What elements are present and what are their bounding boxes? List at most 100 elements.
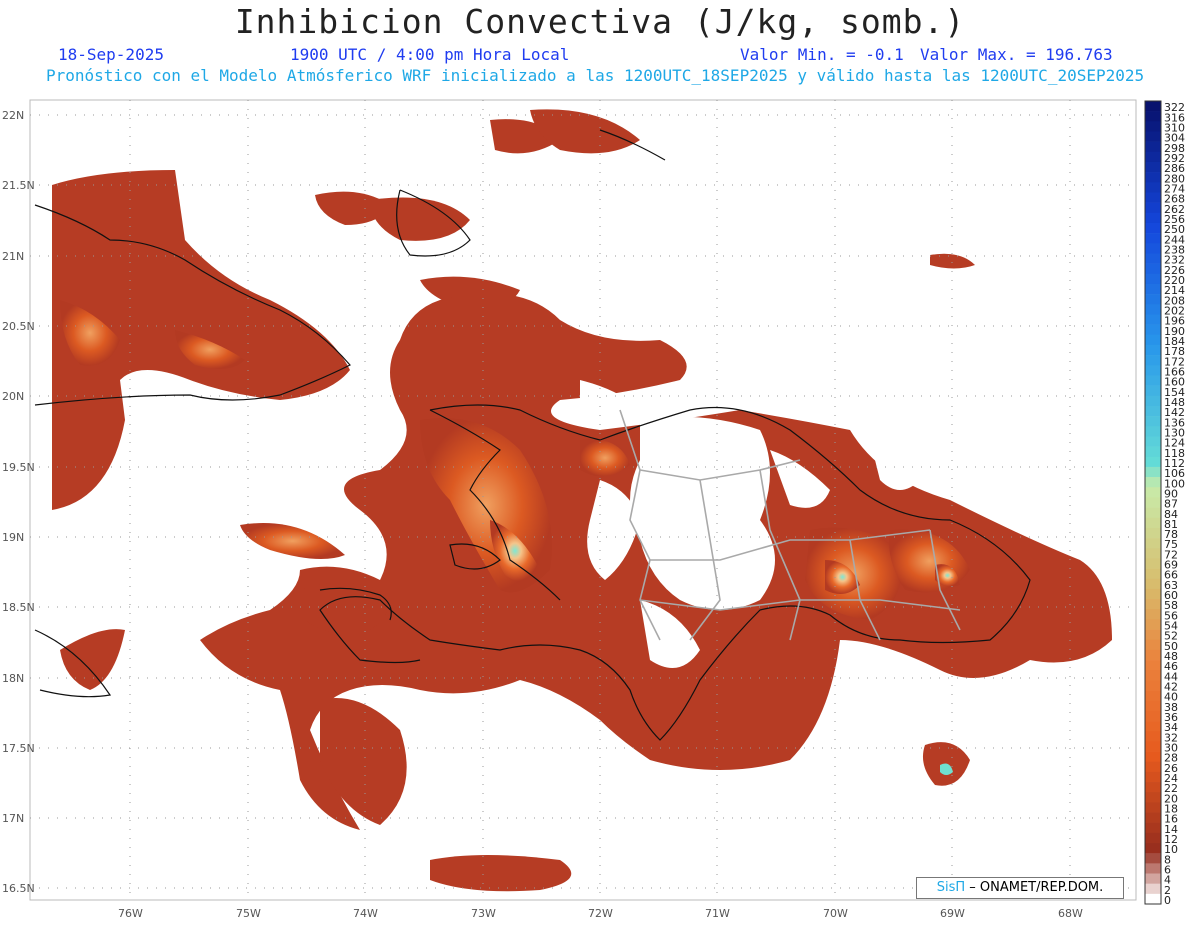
colorbar-swatch — [1145, 741, 1161, 752]
colorbar-swatch — [1145, 192, 1161, 203]
colorbar-swatch — [1145, 314, 1161, 325]
colorbar-swatch — [1145, 731, 1161, 742]
colorbar-swatch — [1145, 151, 1161, 163]
lat-label: 17N — [2, 812, 24, 825]
colorbar-swatch — [1145, 690, 1161, 701]
lon-label: 69W — [940, 907, 965, 920]
colorbar-swatch — [1145, 792, 1161, 803]
colorbar-swatch — [1145, 812, 1161, 823]
colorbar-swatch — [1145, 761, 1161, 773]
colorbar-swatch — [1145, 172, 1161, 183]
colorbar-swatch — [1145, 721, 1161, 732]
colorbar-swatch — [1145, 710, 1161, 722]
lat-label: 16.5N — [2, 882, 35, 895]
lat-label: 22N — [2, 109, 24, 122]
colorbar-swatch — [1145, 700, 1161, 712]
colorbar-swatch — [1145, 497, 1161, 508]
lat-label: 19.5N — [2, 461, 35, 474]
colorbar-swatch — [1145, 639, 1161, 651]
colorbar-swatch — [1145, 253, 1161, 264]
colorbar: 3223163103042982922862802742682622562502… — [1144, 100, 1185, 907]
colorbar-swatch — [1145, 436, 1161, 447]
colorbar-swatch — [1145, 182, 1161, 193]
credit-text: – ONAMET/REP.DOM. — [969, 880, 1104, 895]
colorbar-swatch — [1145, 548, 1161, 559]
colorbar-swatch — [1145, 243, 1161, 254]
colorbar-swatch — [1145, 426, 1161, 437]
colorbar-swatch — [1145, 212, 1161, 224]
colorbar-swatch — [1145, 538, 1161, 549]
lat-label: 20.5N — [2, 320, 35, 333]
credit-box: SisΠ – ONAMET/REP.DOM. — [916, 877, 1124, 899]
colorbar-swatch — [1145, 558, 1161, 569]
colorbar-tick-label: 0 — [1164, 894, 1171, 907]
lat-label: 19N — [2, 531, 24, 544]
colorbar-swatch — [1145, 822, 1161, 834]
colorbar-swatch — [1145, 405, 1161, 417]
colorbar-swatch — [1145, 670, 1161, 681]
sispi-logo: SisΠ — [936, 880, 966, 895]
colorbar-swatch — [1145, 487, 1161, 498]
colorbar-swatch — [1145, 416, 1161, 427]
colorbar-swatch — [1145, 324, 1161, 336]
lon-label: 73W — [471, 907, 496, 920]
lon-label: 68W — [1058, 907, 1083, 920]
colorbar-swatch — [1145, 599, 1161, 610]
colorbar-swatch — [1145, 680, 1161, 691]
colorbar-swatch — [1145, 782, 1161, 793]
lat-label: 21N — [2, 250, 24, 263]
colorbar-swatch — [1145, 832, 1161, 844]
colorbar-swatch — [1145, 517, 1161, 529]
colorbar-swatch — [1145, 853, 1161, 864]
colorbar-swatch — [1145, 507, 1161, 519]
colorbar-swatch — [1145, 893, 1161, 905]
colorbar-swatch — [1145, 802, 1161, 813]
colorbar-swatch — [1145, 233, 1161, 244]
lon-label: 75W — [236, 907, 261, 920]
colorbar-swatch — [1145, 649, 1161, 661]
lon-label: 76W — [118, 907, 143, 920]
lat-label: 17.5N — [2, 742, 35, 755]
colorbar-swatch — [1145, 304, 1161, 315]
colorbar-swatch — [1145, 863, 1161, 874]
colorbar-swatch — [1145, 283, 1161, 295]
lon-labels: 76W 75W 74W 73W 72W 71W 70W 69W 68W — [118, 907, 1083, 920]
colorbar-swatch — [1145, 294, 1161, 305]
lat-label: 20N — [2, 390, 24, 403]
colorbar-swatch — [1145, 873, 1161, 884]
lon-label: 72W — [588, 907, 613, 920]
colorbar-swatch — [1145, 334, 1161, 346]
colorbar-swatch — [1145, 273, 1161, 285]
colorbar-swatch — [1145, 660, 1161, 671]
colorbar-swatch — [1145, 771, 1161, 783]
colorbar-swatch — [1145, 568, 1161, 580]
colorbar-swatch — [1145, 263, 1161, 275]
colorbar-swatch — [1145, 466, 1161, 478]
colorbar-swatch — [1145, 385, 1161, 397]
colorbar-swatch — [1145, 101, 1161, 112]
colorbar-swatch — [1145, 578, 1161, 590]
lat-label: 21.5N — [2, 179, 35, 192]
lat-label: 18N — [2, 672, 24, 685]
colorbar-swatch — [1145, 619, 1161, 630]
colorbar-swatch — [1145, 131, 1161, 142]
colorbar-swatch — [1145, 751, 1161, 762]
colorbar-swatch — [1145, 456, 1161, 468]
colorbar-swatch — [1145, 222, 1161, 234]
map-canvas: 22N 21.5N 21N 20.5N 20N 19.5N 19N 18.5N … — [2, 99, 1185, 920]
colorbar-swatch — [1145, 527, 1161, 539]
colorbar-swatch — [1145, 111, 1161, 122]
colorbar-swatch — [1145, 588, 1161, 600]
colorbar-swatch — [1145, 883, 1161, 895]
lon-label: 74W — [353, 907, 378, 920]
colorbar-swatch — [1145, 202, 1161, 214]
colorbar-swatch — [1145, 477, 1161, 488]
colorbar-swatch — [1145, 375, 1161, 386]
colorbar-swatch — [1145, 365, 1161, 376]
lon-label: 71W — [705, 907, 730, 920]
lon-label: 70W — [823, 907, 848, 920]
colorbar-swatch — [1145, 629, 1161, 641]
colorbar-swatch — [1145, 161, 1161, 173]
colorbar-swatch — [1145, 121, 1161, 132]
colorbar-swatch — [1145, 344, 1161, 356]
